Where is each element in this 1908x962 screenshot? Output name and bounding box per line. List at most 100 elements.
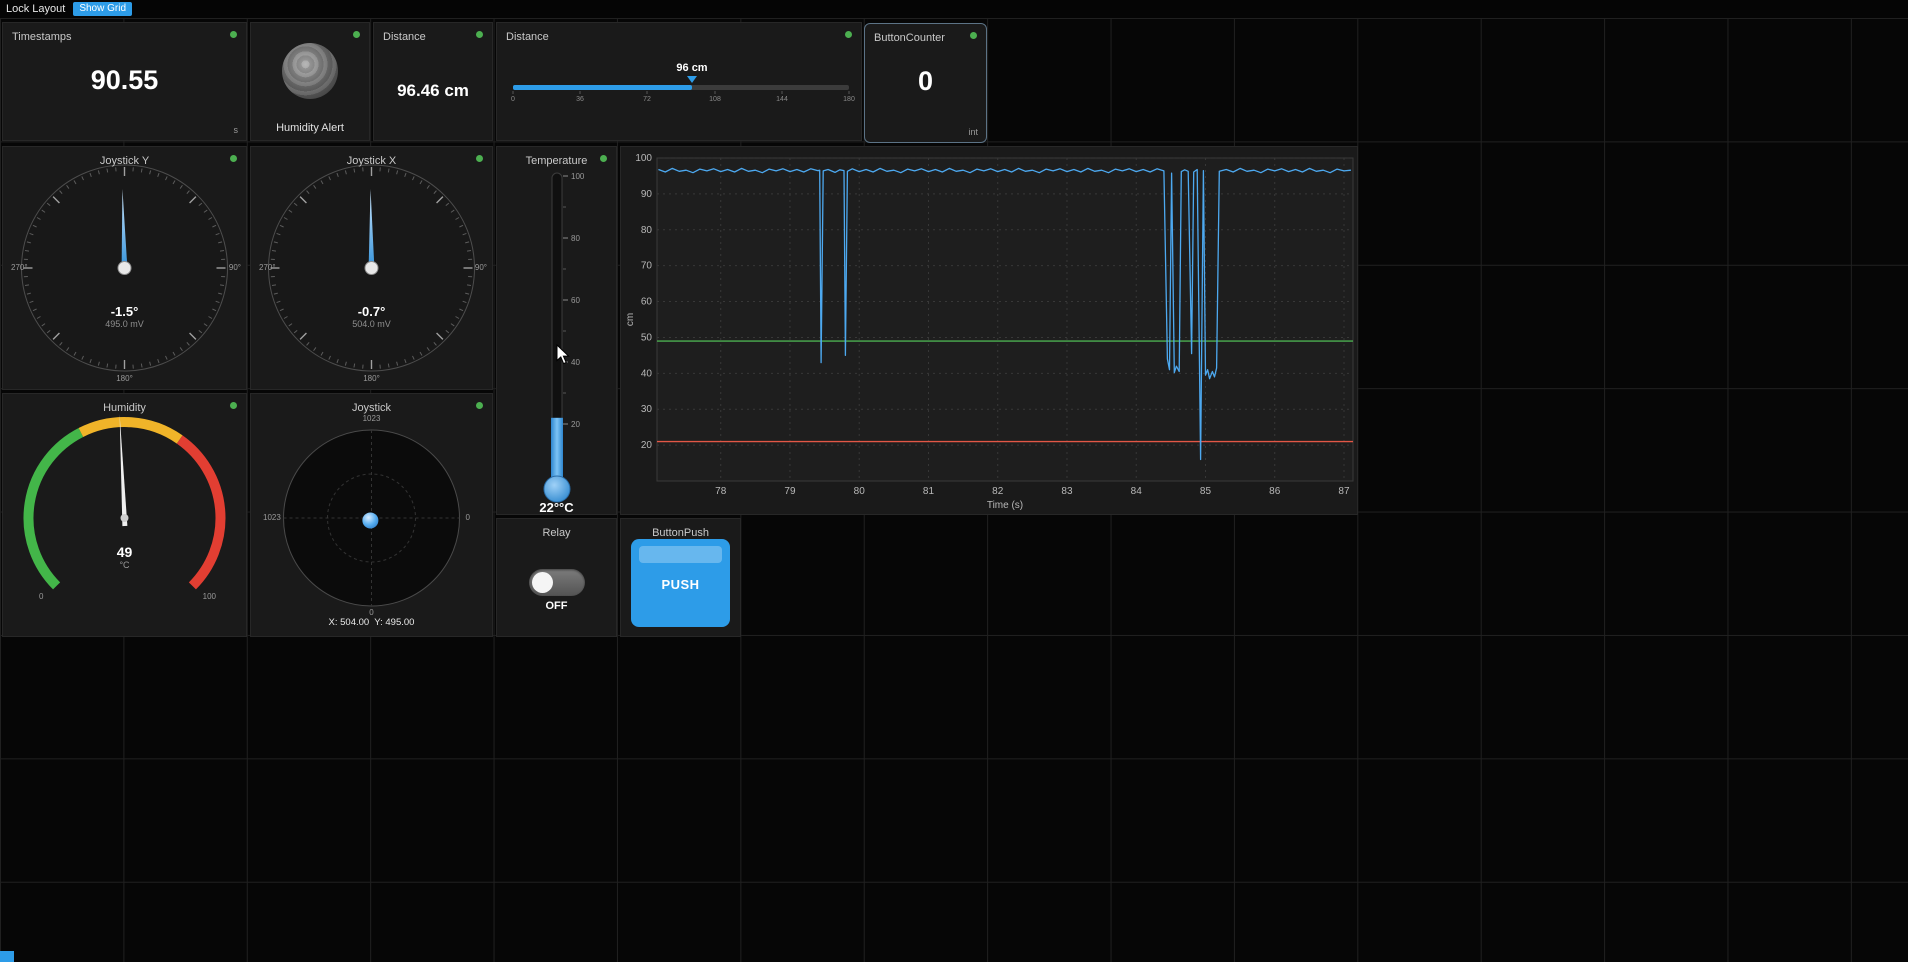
svg-text:50: 50 — [641, 332, 653, 343]
bottom-left-blue-accent — [0, 951, 14, 962]
show-grid-button[interactable]: Show Grid — [73, 2, 132, 16]
pad-bottom-label: 0 — [251, 608, 492, 617]
svg-text:100: 100 — [571, 172, 585, 181]
widget-title: Joystick Y — [3, 155, 246, 167]
relay-toggle[interactable] — [529, 569, 585, 596]
distance-time-chart: 20 30 40 50 60 70 80 90 100 78 79 80 81 82 83 84 85 86 87 c… — [621, 147, 1357, 514]
pad-top-label: 1023 — [251, 414, 492, 423]
status-dot-icon — [476, 402, 483, 409]
gauge-max-label: 100 — [203, 592, 216, 601]
pad-right-label: 0 — [466, 513, 470, 522]
svg-text:100: 100 — [635, 153, 652, 164]
svg-text:81: 81 — [923, 486, 935, 497]
temperature-widget[interactable]: Temperature 10080604020 22°°C — [496, 146, 617, 515]
widget-title: Humidity — [3, 402, 246, 414]
joystick-x-dial — [251, 147, 492, 389]
humidity-gauge-widget[interactable]: Humidity 49 °C 0 100 — [2, 393, 247, 637]
distance-value-widget[interactable]: Distance 96.46 cm — [373, 22, 493, 141]
svg-text:86: 86 — [1269, 486, 1281, 497]
svg-text:40: 40 — [641, 368, 653, 379]
svg-text:60: 60 — [571, 296, 580, 305]
widget-title: Joystick X — [251, 155, 492, 167]
dial-right-label: 90° — [229, 263, 241, 272]
button-counter-unit: int — [968, 127, 978, 137]
dial-left-label: 270° — [259, 263, 276, 272]
status-dot-icon — [476, 31, 483, 38]
svg-text:84: 84 — [1131, 486, 1143, 497]
dial-bottom-label: 180° — [251, 374, 492, 383]
status-dot-icon — [230, 402, 237, 409]
joystick-pad — [251, 394, 492, 636]
lock-layout-button[interactable]: Lock Layout — [6, 3, 65, 15]
svg-text:80: 80 — [641, 225, 653, 236]
svg-text:20: 20 — [641, 440, 653, 451]
distance-chart-widget[interactable]: 20 30 40 50 60 70 80 90 100 78 79 80 81 82 83 84 85 86 87 c… — [620, 146, 1358, 515]
relay-widget[interactable]: Relay OFF — [496, 518, 617, 637]
svg-text:78: 78 — [715, 486, 727, 497]
svg-text:87: 87 — [1338, 486, 1350, 497]
widget-title: Joystick — [251, 402, 492, 414]
svg-text:cm: cm — [625, 313, 636, 326]
joystick-y-widget[interactable]: Joystick Y 270° 90° 180° -1.5° 495.0 mV — [2, 146, 247, 390]
status-dot-icon — [600, 155, 607, 162]
svg-text:79: 79 — [784, 486, 796, 497]
mouse-cursor — [556, 344, 572, 366]
timestamps-unit: s — [234, 125, 239, 135]
svg-text:30: 30 — [641, 404, 653, 415]
humidity-alert-label: Humidity Alert — [251, 122, 369, 134]
joystick-x-value: -0.7° — [251, 304, 492, 319]
joystick-y-dial — [3, 147, 246, 389]
timestamps-widget[interactable]: Timestamps 90.55 s — [2, 22, 247, 141]
temperature-thermometer: 100 80 60 40 20 — [497, 147, 616, 514]
joystick-x-millivolts: 504.0 mV — [251, 319, 492, 329]
status-dot-icon — [476, 155, 483, 162]
status-dot-icon — [353, 31, 360, 38]
svg-text:Time (s): Time (s) — [987, 500, 1023, 511]
svg-text:20: 20 — [571, 420, 580, 429]
status-dot-icon — [230, 155, 237, 162]
svg-text:80: 80 — [571, 234, 580, 243]
humidity-gauge-value: 49 — [3, 544, 246, 560]
widget-title: ButtonCounter — [874, 32, 945, 44]
pad-left-label: 1023 — [263, 513, 281, 522]
svg-text:82: 82 — [992, 486, 1004, 497]
toggle-knob — [532, 572, 553, 593]
push-button-label: PUSH — [631, 577, 730, 592]
svg-text:80: 80 — [854, 486, 866, 497]
widget-title: Distance — [383, 31, 426, 43]
dial-bottom-label: 180° — [3, 374, 246, 383]
distance-value: 96.46 cm — [374, 81, 492, 101]
joystick-xy-readout: X: 504.00 Y: 495.00 — [251, 617, 492, 628]
joystick-y-millivolts: 495.0 mV — [3, 319, 246, 329]
widget-title: Distance — [506, 31, 549, 43]
humidity-alert-widget[interactable]: Humidity Alert — [250, 22, 370, 141]
dial-left-label: 270° — [11, 263, 28, 272]
svg-text:85: 85 — [1200, 486, 1212, 497]
svg-text:90: 90 — [641, 189, 653, 200]
joystick-x-widget[interactable]: Joystick X 270° 90° 180° -0.7° 504.0 mV — [250, 146, 493, 390]
status-dot-icon — [230, 31, 237, 38]
widget-title: Timestamps — [12, 31, 72, 43]
svg-text:40: 40 — [571, 358, 580, 367]
svg-text:60: 60 — [641, 297, 653, 308]
widget-title: Relay — [497, 527, 616, 539]
button-counter-widget[interactable]: ButtonCounter 0 int — [864, 23, 987, 143]
temperature-value: 22°°C — [497, 500, 616, 515]
svg-text:70: 70 — [641, 261, 653, 272]
alert-sphere-icon — [282, 43, 338, 99]
status-dot-icon — [970, 32, 977, 39]
button-counter-value: 0 — [865, 66, 986, 97]
widget-title: ButtonPush — [621, 527, 740, 539]
humidity-gauge-unit: °C — [3, 560, 246, 570]
distance-slider[interactable]: 96 cm03672108144180 — [497, 23, 861, 140]
joystick-pad-widget[interactable]: Joystick 1023 1023 0 0 X: 504.00 Y: 495.… — [250, 393, 493, 637]
button-push-widget[interactable]: ButtonPush PUSH — [620, 518, 741, 637]
relay-state: OFF — [497, 600, 616, 612]
push-button[interactable]: PUSH — [631, 539, 730, 627]
joystick-y-value: -1.5° — [3, 304, 246, 319]
svg-text:83: 83 — [1061, 486, 1073, 497]
distance-slider-widget[interactable]: Distance 96 cm03672108144180 — [496, 22, 862, 141]
dial-right-label: 90° — [475, 263, 487, 272]
timestamps-value: 90.55 — [3, 64, 246, 95]
gauge-min-label: 0 — [39, 592, 43, 601]
